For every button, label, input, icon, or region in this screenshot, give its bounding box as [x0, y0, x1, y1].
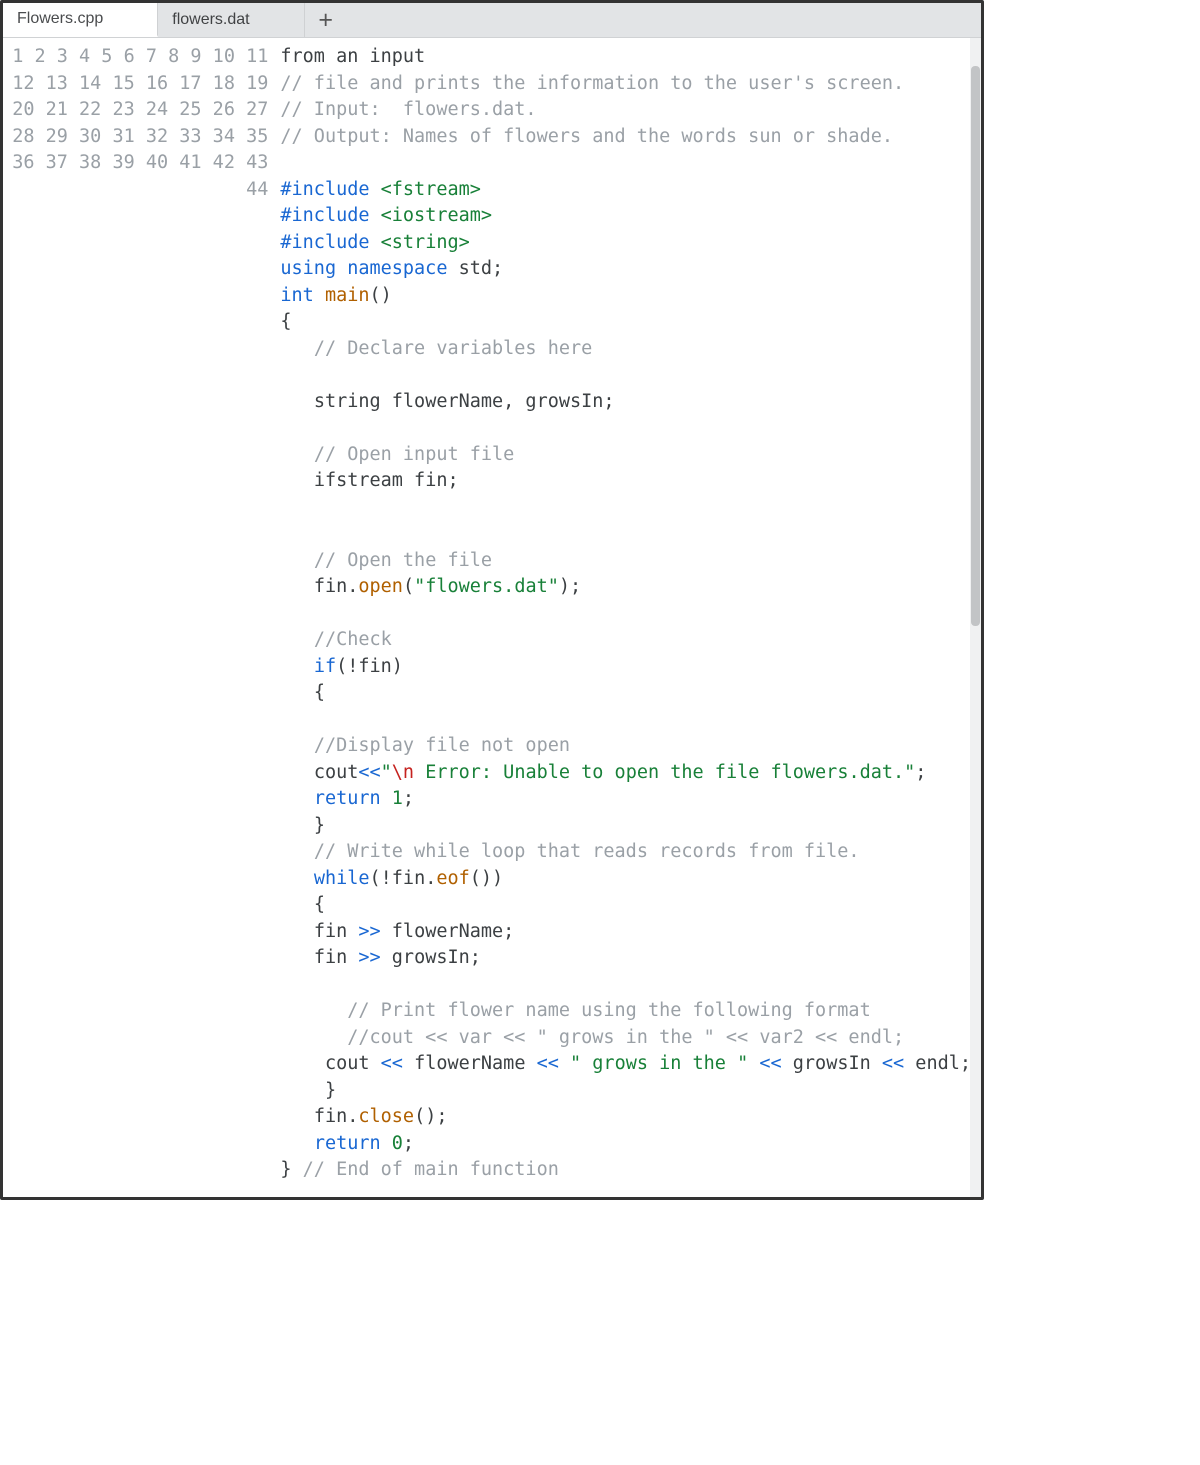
code-line: cout<<"\n Error: Unable to open the file…	[280, 760, 971, 787]
code-line: } // End of main function	[280, 1157, 971, 1184]
code-line	[280, 150, 971, 177]
code-line: cout << flowerName << " grows in the " <…	[280, 1051, 971, 1078]
code-line: #include <iostream>	[280, 203, 971, 230]
code-line: // Print flower name using the following…	[280, 998, 971, 1025]
code-line: // Write while loop that reads records f…	[280, 839, 971, 866]
vertical-scrollbar-thumb[interactable]	[971, 66, 980, 626]
code-line: // Declare variables here	[280, 336, 971, 363]
tab-flowers-cpp[interactable]: Flowers.cpp	[3, 3, 158, 37]
code-line	[280, 495, 971, 522]
code-line: string flowerName, growsIn;	[280, 389, 971, 416]
code-line: while(!fin.eof())	[280, 866, 971, 893]
code-content[interactable]: from an input// file and prints the info…	[274, 38, 981, 1197]
code-line: #include <fstream>	[280, 177, 971, 204]
code-line: {	[280, 680, 971, 707]
plus-icon: +	[318, 6, 333, 35]
code-line	[280, 601, 971, 628]
code-line: fin.close();	[280, 1104, 971, 1131]
editor-frame: Flowers.cpp flowers.dat + 1 2 3 4 5 6 7 …	[0, 0, 984, 1200]
code-line	[280, 415, 971, 442]
code-line: // Open input file	[280, 442, 971, 469]
code-line: int main()	[280, 283, 971, 310]
code-line: // Open the file	[280, 548, 971, 575]
code-line: {	[280, 892, 971, 919]
vertical-scrollbar[interactable]	[970, 38, 981, 1197]
code-line: // Input: flowers.dat.	[280, 97, 971, 124]
tab-bar: Flowers.cpp flowers.dat +	[3, 3, 981, 38]
code-line: }	[280, 1078, 971, 1105]
code-line: //cout << var << " grows in the " << var…	[280, 1025, 971, 1052]
tab-flowers-dat[interactable]: flowers.dat	[158, 3, 304, 37]
new-tab-button[interactable]: +	[305, 3, 347, 37]
code-line: return 0;	[280, 1131, 971, 1158]
code-line: }	[280, 813, 971, 840]
code-line: //Display file not open	[280, 733, 971, 760]
tab-label: Flowers.cpp	[17, 10, 103, 28]
code-line: using namespace std;	[280, 256, 971, 283]
tab-label: flowers.dat	[172, 11, 249, 29]
code-line: fin >> flowerName;	[280, 919, 971, 946]
code-line: //Check	[280, 627, 971, 654]
code-line	[280, 972, 971, 999]
code-line	[280, 707, 971, 734]
code-line	[280, 521, 971, 548]
code-line: return 1;	[280, 786, 971, 813]
code-line: from an input	[280, 44, 971, 71]
code-line: if(!fin)	[280, 654, 971, 681]
code-line: #include <string>	[280, 230, 971, 257]
code-line: ifstream fin;	[280, 468, 971, 495]
line-number-gutter: 1 2 3 4 5 6 7 8 9 10 11 12 13 14 15 16 1…	[3, 38, 274, 1197]
code-area: 1 2 3 4 5 6 7 8 9 10 11 12 13 14 15 16 1…	[3, 38, 981, 1197]
code-line: fin.open("flowers.dat");	[280, 574, 971, 601]
code-line: {	[280, 309, 971, 336]
code-line	[280, 362, 971, 389]
code-line: // file and prints the information to th…	[280, 71, 971, 98]
code-line: fin >> growsIn;	[280, 945, 971, 972]
code-line: // Output: Names of flowers and the word…	[280, 124, 971, 151]
code-line	[280, 1184, 971, 1198]
